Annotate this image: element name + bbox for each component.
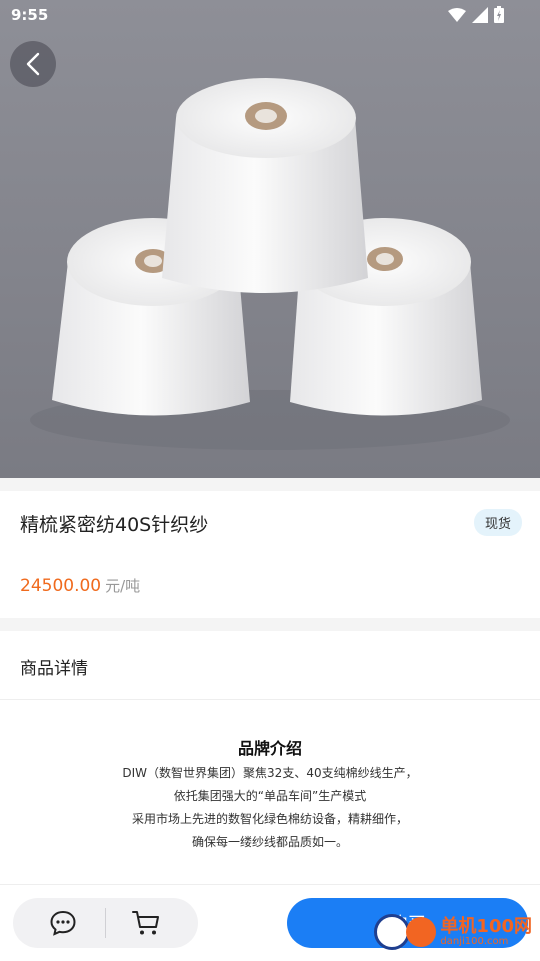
battery-icon — [494, 6, 504, 23]
chat-button[interactable] — [49, 909, 77, 941]
cart-button[interactable] — [131, 909, 161, 941]
secondary-actions — [13, 898, 198, 948]
brand-heading: 品牌介绍 — [237, 739, 302, 758]
brand-line: DIW（数智世界集团）聚焦32支、40支纯棉纱线生产， — [122, 766, 418, 780]
product-price: 24500.00 元/吨 — [20, 575, 140, 596]
watermark-logo-icon — [374, 914, 411, 950]
stock-badge: 现货 — [473, 509, 522, 536]
yarn-cones-illustration — [30, 78, 510, 450]
product-details-section: 商品详情 — [0, 631, 540, 700]
price-value: 24500.00 — [20, 576, 102, 596]
price-unit: 元/吨 — [105, 577, 141, 595]
brand-line: 采用市场上先进的数智化绿色棉纺设备，精耕细作， — [131, 812, 408, 826]
brand-line: 确保每一缕纱线都品质如一。 — [191, 835, 348, 849]
divider — [105, 908, 106, 938]
shopping-cart-icon — [132, 911, 159, 935]
watermark-text: 单机100网 danji100.com — [440, 915, 532, 947]
watermark-domain: danji100.com — [440, 935, 509, 947]
watermark: 单机100网 danji100.com — [374, 914, 532, 950]
brand-description: DIW（数智世界集团）聚焦32支、40支纯棉纱线生产， 依托集团强大的“单品车间… — [0, 762, 540, 854]
chevron-left-icon — [26, 52, 40, 76]
status-icons — [448, 6, 504, 23]
status-time: 9:55 — [11, 6, 49, 24]
back-button[interactable] — [10, 41, 56, 87]
product-info-card: 精梳紧密纺40S针织纱 现货 24500.00 元/吨 — [0, 491, 540, 618]
wifi-icon — [448, 7, 466, 22]
watermark-brand: 单机100网 — [440, 915, 532, 937]
status-bar: 9:55 — [0, 0, 540, 30]
product-image: 9:55 — [0, 0, 540, 478]
watermark-logo-dot-icon — [406, 917, 437, 947]
details-label: 商品详情 — [20, 659, 88, 679]
brand-line: 依托集团强大的“单品车间”生产模式 — [173, 789, 367, 803]
signal-icon — [472, 6, 488, 23]
product-title: 精梳紧密纺40S针织纱 — [20, 514, 209, 536]
brand-intro: 品牌介绍 DIW（数智世界集团）聚焦32支、40支纯棉纱线生产， 依托集团强大的… — [0, 700, 540, 884]
chat-bubble-icon — [50, 910, 76, 936]
